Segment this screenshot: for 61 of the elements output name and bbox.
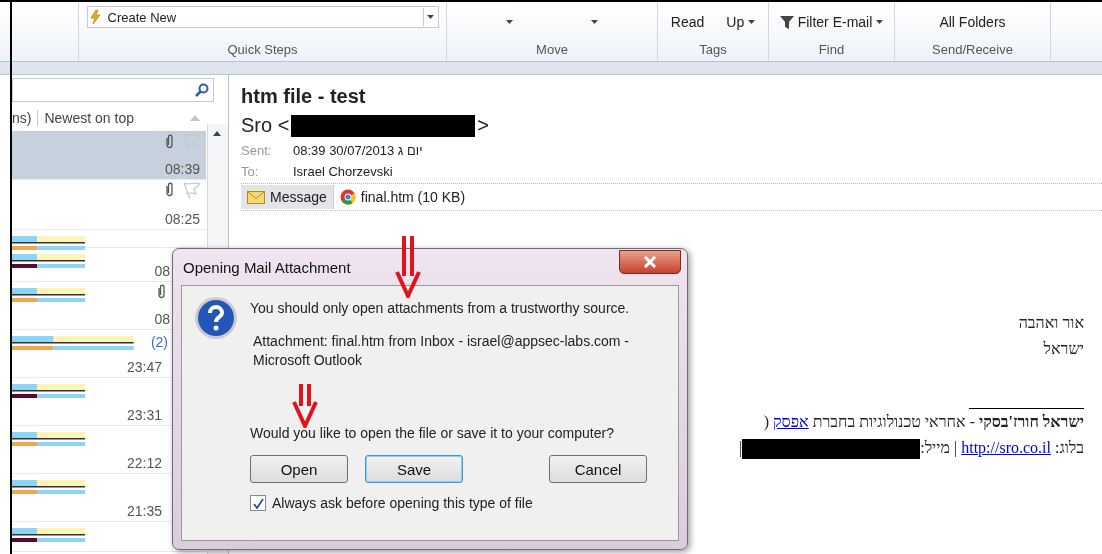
message-time: 23:47: [126, 359, 162, 375]
funnel-icon: [779, 15, 794, 29]
question-icon: [194, 296, 238, 340]
attachment-tab[interactable]: final.htm (10 KB): [333, 185, 472, 209]
lightning-icon: [87, 10, 104, 24]
field-label: Sent:: [241, 143, 273, 158]
signature-text: ישראל חורז'בסקי - אחראי טכנולוגיות בחברת אפסק (: [763, 413, 1084, 430]
message-time: 08:25: [164, 211, 200, 227]
caret-icon[interactable]: [506, 20, 513, 24]
link[interactable]: אפסק: [773, 413, 809, 430]
group-label: Quick Steps: [226, 42, 299, 59]
warning-text: You should only open attachments from a trustworthy source.: [250, 300, 631, 316]
search-icon: [195, 83, 209, 97]
message-time: 21:35: [126, 503, 162, 519]
attachment-tab[interactable]: Message: [241, 185, 334, 209]
message-time: 08: [154, 263, 170, 279]
ribbon-button[interactable]: Up: [722, 12, 760, 32]
sent-date: 08:39 30/07/2013 יום ג: [293, 143, 423, 158]
angle-bracket: >: [477, 114, 490, 137]
envelope-icon: [247, 190, 265, 204]
separator-text: |: [739, 439, 743, 456]
caret-icon: [427, 15, 434, 19]
dialog-button[interactable]: Save: [365, 455, 463, 483]
ribbon-button[interactable]: Filter E-mail: [775, 12, 888, 32]
question-text: Would you like to open the file or save it to your computer?: [250, 425, 615, 441]
message-row[interactable]: 08:25: [12, 180, 206, 230]
sort-header[interactable]: Newest on top: [44, 110, 134, 126]
message-time: 23:31: [126, 407, 162, 423]
sort-arrow-icon: [190, 115, 200, 121]
search-field[interactable]: [12, 78, 214, 102]
ribbon-button[interactable]: Read: [666, 12, 709, 32]
body-text: אור ואהבה: [1018, 313, 1084, 333]
message-time: 22:12: [126, 455, 162, 471]
quick-steps-combo[interactable]: Create New: [86, 6, 439, 28]
browser-icon: [339, 189, 356, 205]
sender-name: Sro <: [241, 114, 290, 137]
dialog-button[interactable]: Open: [250, 455, 348, 483]
down-arrow: [292, 384, 318, 428]
group-label: Find: [817, 42, 846, 59]
group-label: Send/Receive: [931, 42, 1014, 59]
message-subject: htm file - test: [241, 85, 367, 108]
recipient: Israel Chorzevski: [293, 164, 393, 179]
message-time: 08: [154, 311, 170, 327]
unread-count: (2): [150, 334, 168, 350]
body-text: ישראל: [1043, 339, 1084, 359]
message-row[interactable]: 08:39: [12, 132, 206, 180]
ribbon-button[interactable]: All Folders: [935, 12, 1010, 32]
caret-icon[interactable]: [591, 20, 598, 24]
attachment-details: Attachment: final.htm from Inbox - israel@appsec-labs.com - Microsoft Outlook: [253, 332, 631, 370]
group-label: Move: [535, 42, 569, 59]
checkbox[interactable]: [250, 495, 266, 511]
link[interactable]: http://sro.co.il: [961, 439, 1051, 456]
column-header[interactable]: ns): [12, 110, 38, 126]
dialog-button[interactable]: Cancel: [549, 455, 647, 483]
close-button[interactable]: [619, 250, 681, 274]
field-label: To:: [241, 164, 260, 179]
close-icon: [642, 256, 658, 268]
message-time: 08:39: [164, 161, 200, 177]
group-label: Tags: [698, 42, 728, 59]
checkbox-label[interactable]: Always ask before opening this type of file: [272, 495, 533, 511]
down-arrow: [395, 236, 421, 298]
